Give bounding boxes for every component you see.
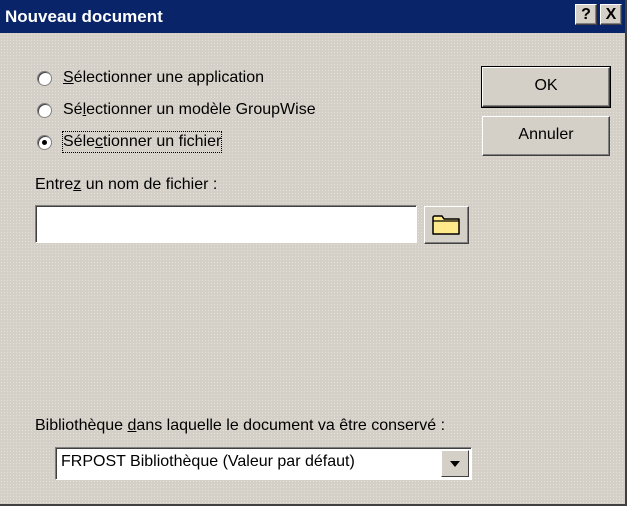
new-document-dialog: Nouveau document ? X Sélectionner une ap…: [0, 0, 627, 506]
radio-selected-dot: [42, 140, 47, 145]
radio-label-template[interactable]: Sélectionner un modèle GroupWise: [63, 100, 316, 120]
close-button[interactable]: X: [600, 4, 622, 25]
filename-input[interactable]: [39, 209, 413, 239]
help-button[interactable]: ?: [575, 4, 597, 25]
ok-button[interactable]: OK: [481, 66, 611, 108]
browse-folder-button[interactable]: [424, 206, 469, 244]
chevron-down-icon: [450, 461, 460, 467]
library-select[interactable]: FRPOST Bibliothèque (Valeur par défaut): [55, 447, 472, 480]
filename-label: Entrez un nom de fichier :: [35, 176, 218, 193]
radio-label-file[interactable]: Sélectionner un fichier: [61, 131, 223, 153]
title-bar[interactable]: Nouveau document ? X: [0, 0, 625, 33]
radio-label-application[interactable]: Sélectionner une application: [63, 68, 264, 88]
library-selected-value: FRPOST Bibliothèque (Valeur par défaut): [61, 453, 355, 470]
window-title: Nouveau document: [5, 7, 163, 26]
radio-select-template[interactable]: [37, 103, 52, 118]
library-label: Bibliothèque dans laquelle le document v…: [35, 417, 446, 434]
filename-field[interactable]: [35, 205, 417, 243]
radio-select-file[interactable]: [37, 135, 52, 150]
cancel-button[interactable]: Annuler: [482, 116, 610, 156]
radio-select-application[interactable]: [37, 71, 52, 86]
folder-icon: [432, 215, 460, 235]
dropdown-button[interactable]: [441, 450, 469, 477]
